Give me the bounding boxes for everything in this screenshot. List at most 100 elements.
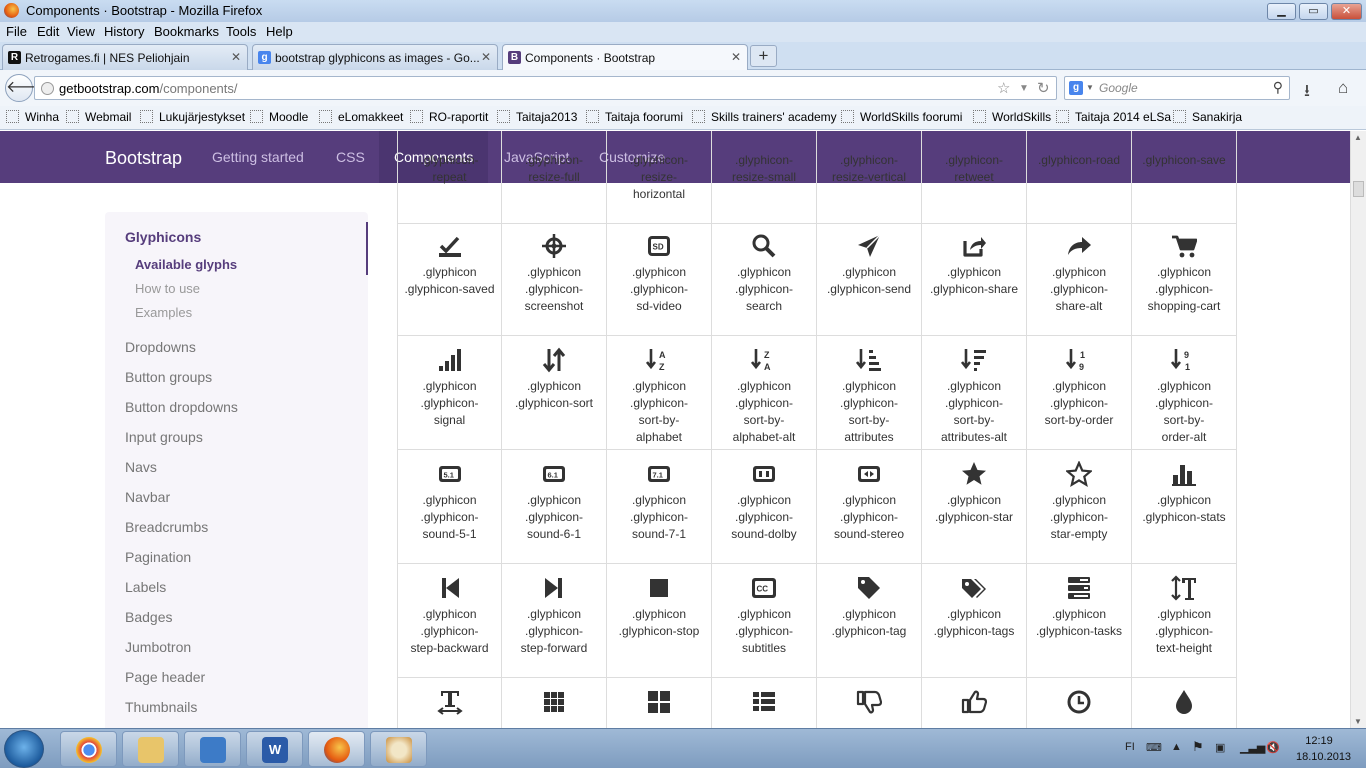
bookmark-2[interactable]: Webmail [66, 110, 131, 124]
sidebar-sub-examples[interactable]: Examples [135, 305, 192, 320]
bookmark-icon [250, 110, 263, 123]
glyph-class-label: .glyphicon- [734, 510, 794, 524]
sidebar-item-breadcrumbs[interactable]: Breadcrumbs [125, 519, 208, 535]
menu-view[interactable]: View [67, 24, 95, 39]
url-dropdown-icon[interactable]: ▼ [1019, 83, 1029, 94]
maximize-button[interactable]: ▭ [1299, 3, 1328, 20]
menu-edit[interactable]: Edit [37, 24, 59, 39]
sidebar-item-pagination[interactable]: Pagination [125, 549, 191, 565]
close-tab-icon[interactable]: ✕ [231, 50, 241, 64]
sidebar-item-thumbnails[interactable]: Thumbnails [125, 699, 197, 715]
sidebar-item-button-groups[interactable]: Button groups [125, 369, 212, 385]
minimize-button[interactable]: ▁ [1267, 3, 1296, 20]
search-icon[interactable]: ⚲ [1273, 79, 1283, 96]
sidebar-item-navs[interactable]: Navs [125, 459, 157, 475]
url-text[interactable]: getbootstrap.com/components/ [59, 81, 238, 96]
bookmark-9[interactable]: Skills trainers' academy [692, 110, 837, 124]
back-button[interactable]: 🡐 [5, 74, 49, 102]
bookmark-4[interactable]: Moodle [250, 110, 308, 124]
glyph-class-label: .glyphicon-road [1037, 153, 1121, 167]
taskbar-chrome[interactable] [60, 731, 117, 767]
sidebar-item-glyphicons[interactable]: Glyphicons [125, 229, 201, 245]
active-section-indicator [366, 222, 368, 275]
bookmark-12[interactable]: Taitaja 2014 eLSa [1056, 110, 1171, 124]
tray-expand-icon[interactable]: ▲ [1171, 741, 1182, 753]
menu-history[interactable]: History [104, 24, 144, 39]
sidebar-item-navbar[interactable]: Navbar [125, 489, 170, 505]
sidebar-sub-available-glyphs[interactable]: Available glyphs [135, 257, 237, 272]
menu-help[interactable]: Help [266, 24, 293, 39]
taskbar-firefox[interactable] [308, 731, 365, 767]
glyph-cell-tags: .glyphicon .glyphicon-tags [922, 564, 1027, 678]
sidebar-item-dropdowns[interactable]: Dropdowns [125, 339, 196, 355]
site-identity-icon[interactable] [41, 82, 54, 95]
new-tab-button[interactable]: + [750, 45, 777, 67]
sidebar-item-input-groups[interactable]: Input groups [125, 429, 203, 445]
language-indicator[interactable]: FI [1125, 741, 1135, 753]
thumbs-up-icon [961, 690, 987, 714]
sidebar-item-labels[interactable]: Labels [125, 579, 166, 595]
bookmark-8[interactable]: Taitaja foorumi [586, 110, 683, 124]
glyph-class-label: attributes-alt [940, 430, 1008, 444]
svg-text:6.1: 6.1 [548, 471, 558, 480]
brand-link[interactable]: Bootstrap [105, 148, 182, 169]
url-bar[interactable]: getbootstrap.com/components/ ☆ ▼ ↻ [34, 76, 1057, 100]
bookmark-3[interactable]: Lukujärjestykset [140, 110, 245, 124]
close-button[interactable]: ✕ [1331, 3, 1362, 20]
nav-css[interactable]: CSS [336, 149, 365, 165]
scroll-down-icon[interactable]: ▼ [1354, 717, 1362, 726]
menu-file[interactable]: File [6, 24, 27, 39]
menu-tools[interactable]: Tools [226, 24, 256, 39]
scroll-thumb[interactable] [1353, 181, 1364, 197]
page-scrollbar[interactable]: ▲ ▼ [1350, 131, 1366, 728]
bookmark-10[interactable]: WorldSkills foorumi [841, 110, 962, 124]
svg-text:A: A [659, 350, 666, 360]
volume-muted-icon[interactable]: 🔇 [1266, 741, 1280, 754]
bookmark-13[interactable]: Sanakirja [1173, 110, 1242, 124]
start-button[interactable] [4, 730, 44, 768]
downloads-icon[interactable]: ⭳ [1304, 78, 1310, 107]
glyph-class-label: sd-video [636, 299, 682, 313]
bookmark-star-icon[interactable]: ☆ [997, 79, 1010, 97]
svg-text:5.1: 5.1 [443, 471, 453, 480]
reload-icon[interactable]: ↻ [1037, 79, 1050, 97]
taskbar-paint[interactable] [370, 731, 427, 767]
device-icon[interactable]: ▣ [1215, 741, 1225, 754]
taskbar-virtualbox[interactable] [184, 731, 241, 767]
sidebar-sub-how-to-use[interactable]: How to use [135, 281, 200, 296]
taskbar-explorer[interactable] [122, 731, 179, 767]
th-list-icon [753, 692, 775, 711]
network-signal-icon[interactable]: ▁▃▅ [1240, 741, 1265, 754]
glyph-class-label: .glyphicon [631, 379, 687, 393]
tab-3[interactable]: B Components · Bootstrap ✕ [502, 44, 748, 70]
taskbar-word[interactable]: W [246, 731, 303, 767]
sidebar-item-jumbotron[interactable]: Jumbotron [125, 639, 191, 655]
glyph-class-label: resize-vertical [831, 170, 906, 184]
bookmark-7[interactable]: Taitaja2013 [497, 110, 577, 124]
glyph-cell-text-width [397, 678, 502, 728]
sidebar-item-button-dropdowns[interactable]: Button dropdowns [125, 399, 238, 415]
engine-dropdown-icon[interactable]: ▼ [1086, 83, 1094, 92]
bookmark-5[interactable]: eLomakkeet [319, 110, 403, 124]
bookmark-1[interactable]: Winha [6, 110, 59, 124]
nav-getting-started[interactable]: Getting started [212, 149, 304, 165]
bookmark-6[interactable]: RO-raportit [410, 110, 488, 124]
sidebar-item-page-header[interactable]: Page header [125, 669, 205, 685]
google-engine-icon[interactable]: g [1069, 81, 1083, 95]
system-clock[interactable]: 12:19 18.10.2013 [1296, 733, 1351, 765]
home-icon[interactable]: ⌂ [1338, 78, 1348, 98]
glyph-class-label: .glyphicon- [1154, 396, 1214, 410]
keyboard-icon[interactable]: ⌨ [1146, 741, 1162, 754]
glyph-cell-saved: .glyphicon .glyphicon-saved [397, 222, 502, 336]
menu-bookmarks[interactable]: Bookmarks [154, 24, 219, 39]
close-tab-icon[interactable]: ✕ [481, 50, 491, 64]
tab-2[interactable]: g bootstrap glyphicons as images - Go... ✕ [252, 44, 498, 70]
close-tab-icon[interactable]: ✕ [731, 50, 741, 64]
action-center-flag-icon[interactable]: ⚑ [1192, 739, 1204, 755]
sidebar-item-badges[interactable]: Badges [125, 609, 172, 625]
tab-1[interactable]: R Retrogames.fi | NES Peliohjain ✕ [2, 44, 248, 70]
search-box[interactable]: g ▼ Google ⚲ [1064, 76, 1290, 100]
glyph-class-label: .glyphicon [422, 493, 477, 507]
scroll-up-icon[interactable]: ▲ [1354, 133, 1362, 142]
bookmark-11[interactable]: WorldSkills [973, 110, 1051, 124]
